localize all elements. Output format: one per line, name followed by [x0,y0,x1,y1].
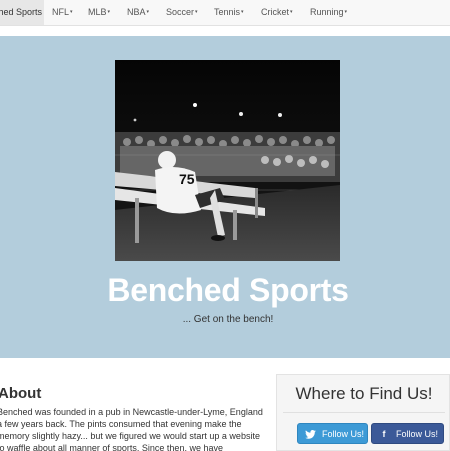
navbar-brand-label: Benched Sports [0,7,42,17]
nav-item-cricket[interactable]: Cricket▾ [261,0,293,25]
about-text: Benched was founded in a pub in Newcastl… [0,407,263,451]
nav-label: Cricket [261,7,290,17]
football-player-on-bench-image: 75 [115,60,340,261]
find-us-panel: Where to Find Us! Follow Us! f Follow Us! [276,374,450,451]
nav-label: Tennis [214,7,241,17]
nav-item-nba[interactable]: NBA▾ [127,0,149,25]
facebook-f-icon: f [382,429,386,439]
about-heading: About [0,385,42,402]
facebook-follow-button[interactable]: f Follow Us! [371,423,444,444]
caret-down-icon: ▾ [70,9,73,16]
twitter-follow-label: Follow Us! [322,429,365,439]
nav-label: Running [310,7,344,17]
nav-item-nfl[interactable]: NFL▾ [52,0,73,25]
facebook-follow-label: Follow Us! [396,429,439,439]
divider [283,412,445,413]
nav-label: Soccer [166,7,195,17]
caret-down-icon: ▾ [107,9,111,16]
twitter-follow-button[interactable]: Follow Us! [297,423,368,444]
nav-label: MLB [88,7,107,17]
caret-down-icon: ▾ [195,9,198,16]
hero-banner: 75 Benched Sports ... Get on the bench! [0,36,450,358]
find-us-heading: Where to Find Us! [295,384,433,403]
caret-down-icon: ▾ [146,9,150,16]
hero-title: Benched Sports [107,272,349,308]
hero-photo: 75 [115,60,340,261]
nav-item-mlb[interactable]: MLB▾ [88,0,110,25]
nav-label: NBA [127,7,146,17]
caret-down-icon: ▾ [290,9,293,16]
nav-item-tennis[interactable]: Tennis▾ [214,0,244,25]
hero-subtitle: ... Get on the bench! [182,314,274,325]
nav-label: NFL [52,7,70,17]
nav-item-soccer[interactable]: Soccer▾ [166,0,198,25]
svg-text:75: 75 [179,171,195,187]
navbar-brand[interactable]: Benched Sports [0,0,44,25]
twitter-bird-icon [304,424,316,445]
caret-down-icon: ▾ [344,9,348,16]
nav-item-running[interactable]: Running▾ [310,0,347,25]
caret-down-icon: ▾ [241,9,244,16]
navbar: Benched Sports NFL▾ MLB▾ NBA▾ Soccer▾ Te… [0,0,450,26]
